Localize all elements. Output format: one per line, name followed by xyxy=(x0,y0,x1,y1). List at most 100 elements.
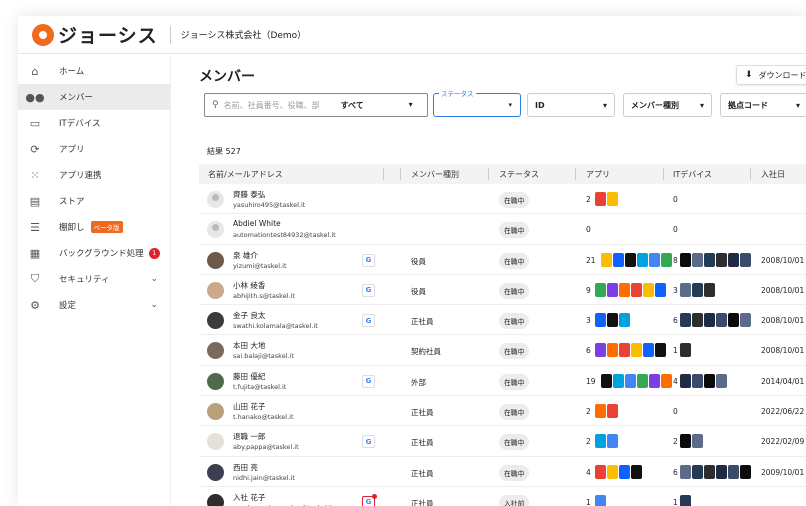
app-icon xyxy=(637,373,648,388)
sidebar-item-background-jobs[interactable]: ▦ バックグラウンド処理 1 xyxy=(18,240,170,266)
table-row[interactable]: 小林 綾香 abhijith.s@taskel.it G 役員 在職中 9 3 2008/10… xyxy=(199,275,806,306)
download-button[interactable]: ⬇ ダウンロード xyxy=(736,65,806,85)
member-email: t.hanako@taskel.it xyxy=(233,413,294,422)
grid-icon: ⁙ xyxy=(30,168,40,182)
search-scope-value: すべて xyxy=(340,100,364,110)
join-date: 2009/10/01 xyxy=(761,467,805,477)
google-account-icon[interactable]: G xyxy=(362,253,375,267)
table-row[interactable]: 泉 雄介 yizumi@taskel.it G 役員 在職中 21 8 2008/10/01 xyxy=(199,245,806,275)
sidebar-item-label: アプリ xyxy=(59,145,85,155)
sidebar-item-settings[interactable]: ⚙ 設定 ⌄ xyxy=(18,292,170,318)
device-icons[interactable] xyxy=(680,373,728,388)
sidebar-item-inventory[interactable]: ☰ 棚卸し ベータ版 xyxy=(18,214,170,240)
table-row[interactable]: 本田 大地 sai.balaji@taskel.it 契約社員 在職中 6 1 2008/1… xyxy=(199,335,806,366)
app-icons[interactable] xyxy=(595,282,667,297)
member-name[interactable]: 西田 亮 xyxy=(233,462,258,473)
app-icon xyxy=(625,373,636,388)
member-name[interactable]: 金子 良太 xyxy=(233,310,265,321)
google-account-icon[interactable]: G xyxy=(362,314,375,328)
column-header-member-type[interactable]: メンバー種別 xyxy=(411,169,459,180)
app-icon xyxy=(607,434,618,449)
app-icons[interactable] xyxy=(595,434,619,449)
sync-icon: ⟳ xyxy=(30,142,40,156)
device-icons[interactable] xyxy=(680,252,752,267)
join-date: 2022/02/09 xyxy=(761,437,805,447)
app-icon xyxy=(607,313,618,328)
member-name[interactable]: 泉 雄介 xyxy=(233,250,258,261)
member-name[interactable]: 退職 一郎 xyxy=(233,431,265,442)
sidebar-item-members[interactable]: ●● メンバー xyxy=(18,84,170,110)
avatar xyxy=(207,191,224,208)
app-icons[interactable] xyxy=(601,252,673,267)
site-code-select[interactable]: 拠点コード ▾ xyxy=(720,93,806,117)
caret-down-icon: ▾ xyxy=(699,100,704,110)
member-name[interactable]: 藤田 優紀 xyxy=(233,371,265,382)
table-row[interactable]: 入社 花子megha.raghunandan@taskel.itG正社員入社前1… xyxy=(199,487,806,506)
column-header-apps[interactable]: アプリ xyxy=(586,169,610,180)
column-header-join-date[interactable]: 入社日 xyxy=(761,169,785,180)
device-icons[interactable] xyxy=(680,494,692,506)
id-select-value: ID xyxy=(535,100,545,110)
device-icons[interactable] xyxy=(680,464,752,479)
avatar xyxy=(207,251,224,269)
app-icon xyxy=(595,404,606,419)
column-header-name[interactable]: 名前/メールアドレス xyxy=(208,169,283,180)
app-icons[interactable] xyxy=(595,404,619,419)
app-icons[interactable] xyxy=(595,343,667,358)
id-select[interactable]: ID ▾ xyxy=(527,93,615,117)
app-icon xyxy=(619,464,630,479)
search-scope-select[interactable]: すべて ▾ xyxy=(341,100,413,111)
home-icon: ⌂ xyxy=(31,64,39,78)
top-bar: ジョーシス ジョーシス株式会社（Demo） xyxy=(18,16,806,54)
company-name[interactable]: ジョーシス株式会社（Demo） xyxy=(181,28,307,41)
device-icons[interactable] xyxy=(680,313,752,328)
table-row[interactable]: 西田 亮 nidhi.jain@taskel.it 正社員 在職中 4 6 2009/10/… xyxy=(199,457,806,487)
device-icons[interactable] xyxy=(680,343,692,358)
app-count: 3 xyxy=(586,316,591,326)
member-name[interactable]: 山田 花子 xyxy=(233,401,265,412)
member-name[interactable]: 小林 綾香 xyxy=(233,280,265,291)
status-select[interactable]: ステータス ▾ xyxy=(433,88,521,117)
member-name[interactable]: 齊藤 泰弘 xyxy=(233,189,265,200)
member-name[interactable]: Abdiel White xyxy=(233,219,281,228)
device-icon xyxy=(704,282,715,297)
google-account-icon[interactable]: G xyxy=(362,435,375,449)
app-icon xyxy=(661,373,672,388)
sidebar-item-home[interactable]: ⌂ ホーム xyxy=(18,58,170,84)
member-email: swathi.kolamala@taskel.it xyxy=(233,322,318,331)
member-type: 正社員 xyxy=(411,498,434,506)
table-row[interactable]: 金子 良太 swathi.kolamala@taskel.it G 正社員 在職中 3 6 2… xyxy=(199,305,806,336)
app-icons[interactable] xyxy=(595,494,607,506)
search-input[interactable]: 名前、社員番号、役職、部 xyxy=(224,100,333,111)
table-row[interactable]: 藤田 優紀 t.fujita@taskel.it G 外部 在職中 19 4 2014/04/… xyxy=(199,366,806,397)
app-icons[interactable] xyxy=(595,464,643,479)
sidebar-item-security[interactable]: ⛉ セキュリティ ⌄ xyxy=(18,266,170,292)
device-icons[interactable] xyxy=(680,434,704,449)
sidebar-item-store[interactable]: ▤ ストア xyxy=(18,188,170,214)
device-icons[interactable] xyxy=(680,282,716,297)
sidebar-item-integrations[interactable]: ⁙ アプリ連携 xyxy=(18,162,170,188)
app-icons[interactable] xyxy=(595,192,619,206)
member-name[interactable]: 本田 大地 xyxy=(233,340,265,351)
app-icons[interactable] xyxy=(595,313,631,328)
member-type-select[interactable]: メンバー種別 ▾ xyxy=(623,93,712,117)
column-header-devices[interactable]: ITデバイス xyxy=(673,169,712,180)
caret-down-icon: ▾ xyxy=(795,100,800,110)
column-header-status[interactable]: ステータス xyxy=(499,169,539,180)
google-account-icon[interactable]: G xyxy=(362,493,377,506)
table-row[interactable]: Abdiel White automationtest84932@taskel.i… xyxy=(199,214,806,245)
table-row[interactable]: 山田 花子 t.hanako@taskel.it 正社員 在職中 2 0 2022/06/2… xyxy=(199,396,806,427)
google-account-icon[interactable]: G xyxy=(362,374,375,388)
search-field[interactable]: ⚲ 名前、社員番号、役職、部 すべて ▾ xyxy=(204,93,428,117)
sidebar-item-apps[interactable]: ⟳ アプリ xyxy=(18,136,170,162)
logo[interactable]: ジョーシス xyxy=(32,21,158,48)
device-icon xyxy=(680,252,691,267)
sidebar-item-devices[interactable]: ▭ ITデバイス xyxy=(18,110,170,136)
device-icon xyxy=(728,464,739,479)
member-name[interactable]: 入社 花子 xyxy=(233,492,265,503)
table-row[interactable]: 齊藤 泰弘 yasuhiro495@taskel.it 在職中 2 0 xyxy=(199,184,806,215)
table-row[interactable]: 退職 一郎 aby.pappa@taskel.it G 正社員 在職中 2 2 2022/02… xyxy=(199,426,806,457)
google-account-icon[interactable]: G xyxy=(362,283,375,297)
app-icons[interactable] xyxy=(601,373,673,388)
app-count: 4 xyxy=(586,467,591,477)
